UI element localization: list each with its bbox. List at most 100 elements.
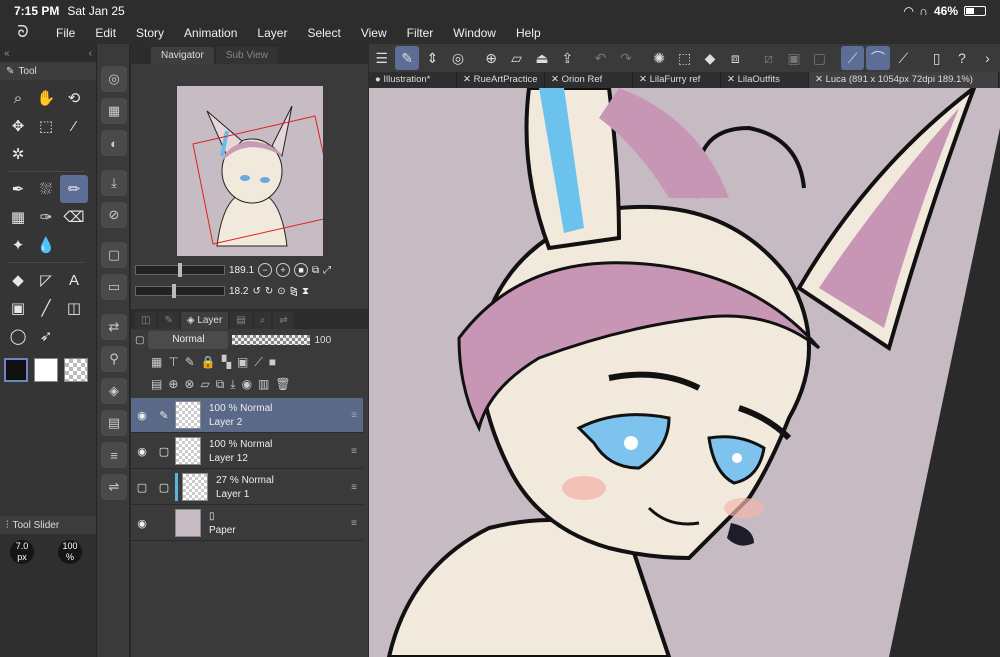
history-tab-icon[interactable]: ▤ (230, 312, 252, 329)
drag-handle-icon[interactable]: ≡ (351, 518, 357, 529)
lock-icon[interactable]: 🔒 (201, 355, 216, 369)
new-file-icon[interactable]: ⊕ (479, 46, 502, 70)
drag-handle-icon[interactable]: ≡ (351, 410, 357, 421)
zoom-tool-icon[interactable]: ⌕ (4, 84, 32, 112)
move-tool-icon[interactable]: ✥ (4, 112, 32, 140)
clear-icon[interactable]: ⧄ (757, 46, 780, 70)
operation-tool-icon[interactable]: ➶ (32, 322, 60, 350)
help-icon[interactable]: ? (950, 46, 973, 70)
navigator-preview[interactable] (177, 86, 323, 256)
zoom-out-icon[interactable]: − (258, 263, 273, 277)
actual-size-icon[interactable]: ⤢ (323, 265, 331, 276)
doc-tab[interactable]: ✕ LilaFurry ref (633, 72, 721, 88)
add-mask-icon[interactable]: ◉ (242, 377, 252, 391)
layer-color-toggle[interactable]: ▢ (135, 335, 144, 346)
chevron-left-icon[interactable]: ‹ (89, 48, 92, 59)
flip-vertical-icon[interactable]: ⧗ (302, 286, 309, 297)
navigator-tab[interactable]: Navigator (151, 47, 214, 64)
copy-layer-icon[interactable]: ⧉ (216, 377, 225, 392)
zoom-reset-icon[interactable]: ■ (294, 263, 309, 277)
toggle-icon[interactable]: ⇕ (421, 46, 444, 70)
drag-handle-icon[interactable]: ≡ (351, 482, 357, 493)
transfer-icon[interactable]: ⇄ (101, 314, 127, 340)
selection-tool-icon[interactable]: ⬚ (32, 112, 60, 140)
drag-handle-icon[interactable]: ≡ (351, 446, 357, 457)
pencil-tool-icon[interactable]: ✏ (60, 175, 88, 203)
rotate-right-icon[interactable]: ↻ (265, 286, 273, 297)
doc-tab[interactable]: ✕ RueArtPractice (457, 72, 545, 88)
undo-icon[interactable]: ↶ (589, 46, 612, 70)
layers-panel-icon[interactable]: ◈ (101, 378, 127, 404)
rotate-tool-icon[interactable]: ⟲ (60, 84, 88, 112)
subview-panel-icon[interactable]: ▭ (101, 274, 127, 300)
import-icon[interactable]: ⤓ (101, 170, 127, 196)
doc-tab-active[interactable]: ✕ Luca (891 x 1054px 72dpi 189.1%) (809, 72, 999, 88)
menu-view[interactable]: View (351, 26, 397, 40)
layer-row[interactable]: ◉ ▯ Paper ≡ (131, 506, 363, 541)
auto-action-icon[interactable]: ✺ (647, 46, 670, 70)
rotation-slider[interactable] (135, 284, 225, 298)
adjust-tab-icon[interactable]: ⇌ (273, 312, 294, 329)
device-icon[interactable]: ▯ (925, 46, 948, 70)
property-icon[interactable]: ⚲ (101, 346, 127, 372)
menu-window[interactable]: Window (443, 26, 506, 40)
drawing-canvas[interactable] (369, 88, 1000, 657)
select-all-icon[interactable]: ⬚ (673, 46, 696, 70)
reference-icon[interactable]: ⊤ (168, 355, 178, 369)
line-tool-icon[interactable]: ╱ (32, 294, 60, 322)
layer-menu-icon[interactable]: ▤ (151, 377, 162, 391)
compass-icon[interactable]: ⊘ (101, 202, 127, 228)
blend-tool-icon[interactable]: 💧 (32, 231, 60, 259)
show-hide-icon[interactable]: ◎ (446, 46, 469, 70)
draft-icon[interactable]: ✎ (185, 355, 195, 369)
frame-tool-icon[interactable]: ◫ (60, 294, 88, 322)
eye-icon[interactable]: ◉ (131, 517, 153, 530)
fill-icon[interactable]: ◆ (698, 46, 721, 70)
transform-icon[interactable]: ⧈ (724, 46, 747, 70)
fill-bucket-icon[interactable]: ◆ (4, 266, 32, 294)
pen-tool-icon[interactable]: ✒ (4, 175, 32, 203)
menu-file[interactable]: File (46, 26, 85, 40)
menu-edit[interactable]: Edit (85, 26, 126, 40)
lock-transparency-icon[interactable]: ▚ (222, 355, 231, 369)
collapse-left-icon[interactable]: « (4, 48, 10, 59)
open-file-icon[interactable]: ▱ (505, 46, 528, 70)
new-folder-icon[interactable]: ▱ (200, 377, 209, 391)
brush-opacity-slider[interactable]: 100 % (58, 540, 82, 564)
export-icon[interactable]: ⇪ (556, 46, 579, 70)
brush-size-slider[interactable]: 7.0 px (10, 540, 34, 564)
layer-row[interactable]: ◉ ▢ 100 % Normal Layer 12 ≡ (131, 434, 363, 469)
lasso-tool-icon[interactable]: ◯ (4, 322, 32, 350)
main-color-swatch[interactable] (4, 358, 28, 382)
adjust-icon[interactable]: ⇌ (101, 474, 127, 500)
figure-tool-icon[interactable]: ◸ (32, 266, 60, 294)
zoom-in-icon[interactable]: + (276, 263, 291, 277)
delete-layer-icon[interactable]: 🗑 (275, 377, 290, 391)
eyedropper-tool-icon[interactable]: ⁄ (60, 112, 88, 140)
airbrush-tool-icon[interactable]: ⛆ (32, 175, 60, 203)
new-raster-layer-icon[interactable]: ⊕ (168, 377, 178, 391)
clip-icon[interactable]: ▦ (151, 355, 162, 369)
doc-tab[interactable]: ✕ LilaOutfits (721, 72, 809, 88)
ruler-icon[interactable]: ⟋ (254, 355, 262, 370)
ruler-snap-icon[interactable]: ⟋ (840, 46, 865, 70)
apply-mask-icon[interactable]: ▥ (258, 377, 269, 391)
doc-tab[interactable]: ✕ Orion Ref (545, 72, 633, 88)
collapse-icon[interactable]: › (976, 46, 999, 70)
search-tab-icon[interactable]: ⌕ (253, 312, 272, 329)
checkbox-icon[interactable]: ▢ (153, 481, 175, 494)
app-logo-icon[interactable]: ᘐ (8, 24, 38, 42)
curve-snap-icon[interactable]: ⌒ (866, 46, 890, 70)
menu-filter[interactable]: Filter (397, 26, 444, 40)
color-wheel-icon[interactable]: ◎ (101, 66, 127, 92)
eraser-tool-icon[interactable]: ⌫ (60, 203, 88, 231)
sub-color-swatch[interactable] (34, 358, 58, 382)
deselect-icon[interactable]: ▢ (808, 46, 831, 70)
navigator-panel-icon[interactable]: ▢ (101, 242, 127, 268)
menu-animation[interactable]: Animation (174, 26, 247, 40)
hamburger-menu-icon[interactable]: ☰ (370, 46, 393, 70)
hand-tool-icon[interactable]: ✋ (32, 84, 60, 112)
layer-property-icon[interactable]: ▤ (101, 410, 127, 436)
opacity-slider[interactable] (232, 335, 311, 345)
layer-tab[interactable]: ◈ Layer (180, 312, 229, 329)
